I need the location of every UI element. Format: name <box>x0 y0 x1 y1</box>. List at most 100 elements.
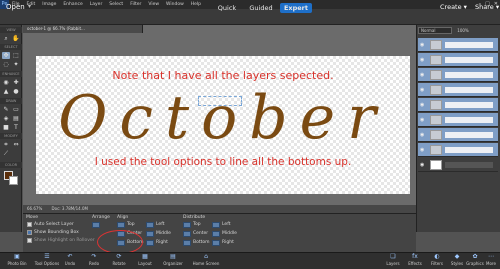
auto-select-checkbox[interactable] <box>27 222 32 227</box>
arrange-dropdown[interactable] <box>92 222 100 228</box>
home-screen-button[interactable]: ⌂ Home Screen <box>188 253 224 266</box>
organizer-button[interactable]: ▤ Organizer <box>158 253 188 266</box>
distribute-bottom-label[interactable]: Bottom <box>193 240 210 245</box>
menu-select[interactable]: Select <box>109 2 123 7</box>
layer-row[interactable]: ◉ <box>418 68 498 82</box>
layer-row[interactable]: ◉ <box>418 128 498 142</box>
menu-filter[interactable]: Filter <box>130 2 141 7</box>
zoom-tool-icon[interactable]: ⌕ <box>2 35 10 42</box>
align-right-label[interactable]: Right <box>156 240 168 245</box>
distribute-center-label[interactable]: Center <box>193 231 208 236</box>
filters-button[interactable]: ◐ Filters <box>426 253 448 266</box>
canvas-big-word: October <box>58 83 388 153</box>
layer-row[interactable]: ◉ <box>418 98 498 112</box>
align-right-icon[interactable] <box>146 240 154 246</box>
undo-button[interactable]: ↶ Undo <box>58 253 82 266</box>
effects-button[interactable]: fx Effects <box>404 253 426 266</box>
distribute-bottom-icon[interactable] <box>183 240 191 246</box>
share-button[interactable]: Share ▾ <box>475 3 499 11</box>
align-middle-label[interactable]: Middle <box>156 231 171 236</box>
stamp-tool-icon[interactable]: ▲ <box>2 88 10 95</box>
eye-tool-icon[interactable]: ◉ <box>2 79 10 86</box>
layout-icon: ▦ <box>142 253 148 260</box>
blend-mode-select[interactable]: Normal <box>418 27 452 34</box>
marquee-tool-icon[interactable]: ⬚ <box>12 52 20 59</box>
align-top-icon[interactable] <box>117 222 125 228</box>
background-color-swatch[interactable] <box>9 176 18 185</box>
distribute-center-icon[interactable] <box>183 231 191 237</box>
gradient-tool-icon[interactable]: ▤ <box>12 115 20 122</box>
layer-thumbnail <box>430 145 442 155</box>
redo-button[interactable]: ↷ Redo <box>82 253 106 266</box>
distribute-right-icon[interactable] <box>212 240 220 246</box>
menu-window[interactable]: Window <box>166 2 184 7</box>
visibility-eye-icon[interactable]: ◉ <box>420 57 426 63</box>
chevron-down-icon[interactable]: ▾ <box>28 3 31 10</box>
visibility-eye-icon[interactable]: ◉ <box>420 102 426 108</box>
align-top-label[interactable]: Top <box>127 222 135 227</box>
layer-row[interactable]: ◉ <box>418 83 498 97</box>
distribute-middle-icon[interactable] <box>212 231 220 237</box>
magic-wand-icon[interactable]: ✦ <box>12 61 20 68</box>
distribute-middle-label[interactable]: Middle <box>222 231 237 236</box>
visibility-eye-icon[interactable]: ◉ <box>420 42 426 48</box>
opacity-field[interactable]: 100% <box>457 28 468 33</box>
blur-tool-icon[interactable]: ● <box>12 88 20 95</box>
tab-expert[interactable]: Expert <box>280 3 312 13</box>
bucket-tool-icon[interactable]: ◈ <box>2 115 10 122</box>
distribute-top-label[interactable]: Top <box>193 222 201 227</box>
create-button[interactable]: Create ▾ <box>440 3 467 11</box>
visibility-eye-icon[interactable]: ◉ <box>420 87 426 93</box>
layers-button[interactable]: ❏ Layers <box>382 253 404 266</box>
visibility-eye-icon[interactable]: ◉ <box>420 132 426 138</box>
crop-tool-icon[interactable]: ⌗ <box>2 141 10 148</box>
spot-heal-icon[interactable]: ✚ <box>12 79 20 86</box>
visibility-eye-icon[interactable]: ◉ <box>420 117 426 123</box>
align-left-label[interactable]: Left <box>156 222 164 227</box>
recompose-tool-icon[interactable]: ⇔ <box>12 141 20 148</box>
graphics-button[interactable]: ✿ Graphics <box>466 253 484 266</box>
menu-help[interactable]: Help <box>191 2 201 7</box>
more-icon: ⋯ <box>488 253 494 260</box>
visibility-eye-icon[interactable]: ◉ <box>420 162 426 168</box>
distribute-top-icon[interactable] <box>183 222 191 228</box>
layer-row[interactable]: ◉ <box>418 158 498 172</box>
document-tab[interactable]: october-1 @ 66.7% (Rabbit... <box>23 25 143 33</box>
more-button[interactable]: ⋯ More <box>483 253 499 266</box>
tab-quick[interactable]: Quick <box>212 3 242 13</box>
hand-tool-icon[interactable]: ✋ <box>12 35 20 42</box>
shape-tool-icon[interactable]: ■ <box>2 124 10 131</box>
lasso-tool-icon[interactable]: ◌ <box>2 61 10 68</box>
layout-button[interactable]: ▦ Layout <box>132 253 158 266</box>
distribute-left-label[interactable]: Left <box>222 222 230 227</box>
menu-layer[interactable]: Layer <box>90 2 103 7</box>
align-middle-icon[interactable] <box>146 231 154 237</box>
graphics-icon: ✿ <box>472 253 478 260</box>
menu-view[interactable]: View <box>148 2 159 7</box>
styles-button[interactable]: ◆ Styles <box>448 253 466 266</box>
tab-guided[interactable]: Guided <box>245 3 277 13</box>
layer-row[interactable]: ◉ <box>418 143 498 157</box>
photo-bin-button[interactable]: ▣ Photo Bin <box>2 253 32 266</box>
highlight-checkbox[interactable] <box>27 238 32 243</box>
layer-row[interactable]: ◉ <box>418 113 498 127</box>
type-tool-icon[interactable]: T <box>12 124 20 131</box>
move-tool-icon[interactable]: ✥ <box>2 52 10 59</box>
rotate-button[interactable]: ⟳ Rotate <box>106 253 132 266</box>
align-left-icon[interactable] <box>146 222 154 228</box>
visibility-eye-icon[interactable]: ◉ <box>420 147 426 153</box>
menu-image[interactable]: Image <box>42 2 56 7</box>
canvas-note-bottom: I used the tool options to line all the … <box>94 156 352 168</box>
distribute-right-label[interactable]: Right <box>222 240 234 245</box>
visibility-eye-icon[interactable]: ◉ <box>420 72 426 78</box>
bounding-box-checkbox[interactable] <box>27 230 32 235</box>
eraser-tool-icon[interactable]: ▭ <box>12 106 20 113</box>
brush-tool-icon[interactable]: ✎ <box>2 106 10 113</box>
distribute-left-icon[interactable] <box>212 222 220 228</box>
layer-row[interactable]: ◉ <box>418 38 498 52</box>
layer-row[interactable]: ◉ <box>418 53 498 67</box>
open-button[interactable]: Open <box>6 3 25 11</box>
layer-name-field <box>445 162 493 168</box>
menu-enhance[interactable]: Enhance <box>63 2 82 7</box>
straighten-tool-icon[interactable]: ⟋ <box>2 150 10 157</box>
